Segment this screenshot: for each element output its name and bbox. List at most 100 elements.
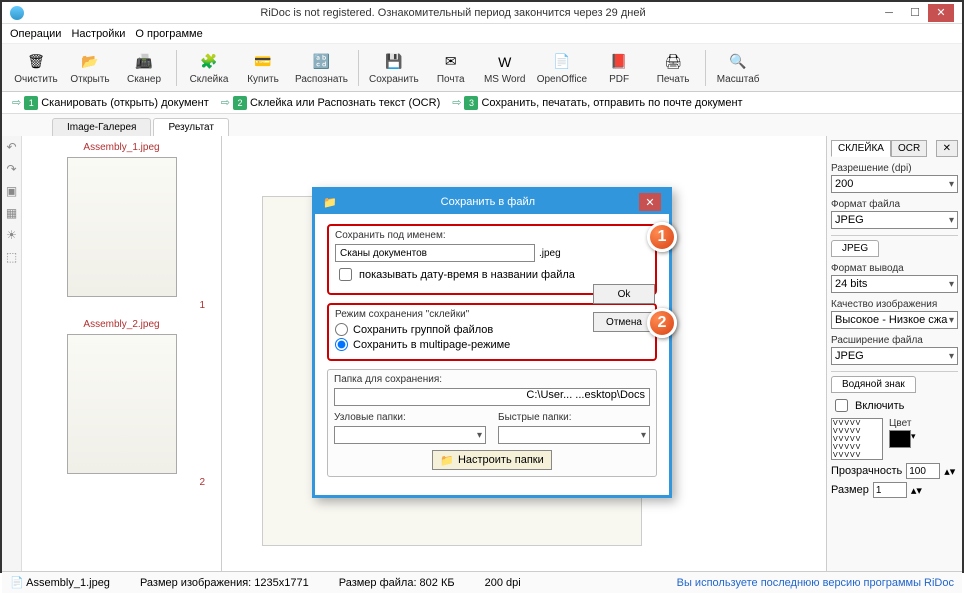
toolbar-сохранить[interactable]: 💾Сохранить xyxy=(365,46,423,90)
quick-folders-label: Быстрые папки: xyxy=(498,412,650,423)
toolbar-купить[interactable]: 💳Купить xyxy=(237,46,289,90)
status-version-link[interactable]: Вы используете последнюю версию программ… xyxy=(677,577,954,589)
mode-group-radio[interactable] xyxy=(335,323,348,336)
toolbar-icon: ✉ xyxy=(440,51,462,73)
color-picker[interactable] xyxy=(889,430,911,448)
toolbar-ms word[interactable]: WMS Word xyxy=(479,46,531,90)
configure-folders-button[interactable]: 📁Настроить папки xyxy=(432,450,552,470)
toolbar-icon: 🔡 xyxy=(311,51,333,73)
minimize-button[interactable]: ─ xyxy=(876,4,902,22)
crop-icon[interactable]: ⬚ xyxy=(6,250,17,264)
callout-1: 1 xyxy=(647,222,677,252)
opacity-label: Прозрачность xyxy=(831,465,902,477)
close-button[interactable]: ✕ xyxy=(928,4,954,22)
toolbar-openoffice[interactable]: 📄OpenOffice xyxy=(533,46,591,90)
thumb-1-image[interactable] xyxy=(67,157,177,297)
hint-3: Сохранить, печатать, отправить по почте … xyxy=(481,97,742,109)
toolbar-label: Масштаб xyxy=(717,74,760,85)
thumb-2-name: Assembly_2.jpeg xyxy=(28,319,215,330)
toolbar-icon: 🧩 xyxy=(198,51,220,73)
rotate-left-icon[interactable]: ↶ xyxy=(6,140,16,154)
tab-ocr[interactable]: OCR xyxy=(891,140,927,157)
quality-label: Качество изображения xyxy=(831,299,958,310)
hint-bar: ⇨1Сканировать (открыть) документ ⇨2Склей… xyxy=(2,92,962,114)
resolution-label: Разрешение (dpi) xyxy=(831,163,958,174)
node-folders-combo[interactable] xyxy=(334,426,486,444)
show-date-checkbox[interactable] xyxy=(339,268,352,281)
size-input[interactable] xyxy=(873,482,907,498)
toolbar-масштаб[interactable]: 🔍Масштаб xyxy=(712,46,764,90)
toolbar: 🗑Очистить📂Открыть📠Сканер🧩Склейка💳Купить🔡… xyxy=(2,44,962,92)
resolution-combo[interactable]: 200 xyxy=(831,175,958,193)
jpeg-subtab[interactable]: JPEG xyxy=(831,240,879,257)
tab-result[interactable]: Результат xyxy=(153,118,228,136)
toolbar-почта[interactable]: ✉Почта xyxy=(425,46,477,90)
menu-about[interactable]: О программе xyxy=(135,28,202,40)
status-filesize: Размер файла: 802 КБ xyxy=(339,577,455,589)
color-label: Цвет xyxy=(889,418,916,429)
cancel-button[interactable]: Отмена xyxy=(593,312,655,332)
toolbar-открыть[interactable]: 📂Открыть xyxy=(64,46,116,90)
ok-button[interactable]: Ok xyxy=(593,284,655,304)
extension-combo[interactable]: JPEG xyxy=(831,347,958,365)
menu-settings[interactable]: Настройки xyxy=(71,28,125,40)
watermark-enable-label: Включить xyxy=(855,400,904,412)
format-label: Формат файла xyxy=(831,199,958,210)
mode-group-label: Сохранить группой файлов xyxy=(353,324,493,336)
brightness-icon[interactable]: ☀ xyxy=(6,228,17,242)
toolbar-label: MS Word xyxy=(484,74,526,85)
quick-folders-combo[interactable] xyxy=(498,426,650,444)
hint-2: Склейка или Распознать текст (OCR) xyxy=(250,97,440,109)
folder-path-input[interactable]: C:\User... ...esktop\Docs xyxy=(334,388,650,406)
extension-label: Расширение файла xyxy=(831,335,958,346)
toolbar-icon: 🗑 xyxy=(25,51,47,73)
thumb-2-image[interactable] xyxy=(67,334,177,474)
close-panel-icon[interactable]: ✕ xyxy=(936,140,958,157)
dialog-close-button[interactable]: ✕ xyxy=(639,193,661,211)
watermark-subtab[interactable]: Водяной знак xyxy=(831,376,916,393)
tab-skleika[interactable]: СКЛЕЙКА xyxy=(831,140,891,157)
maximize-button[interactable]: ☐ xyxy=(902,4,928,22)
toolbar-label: Сканер xyxy=(127,74,161,85)
folder-icon: 📁 xyxy=(323,196,337,209)
toolbar-pdf[interactable]: 📕PDF xyxy=(593,46,645,90)
toolbar-icon: 📠 xyxy=(133,51,155,73)
hint-1: Сканировать (открыть) документ xyxy=(41,97,209,109)
toolbar-icon: 📄 xyxy=(551,51,573,73)
size-label: Размер xyxy=(831,484,869,496)
thumb-2-num: 2 xyxy=(28,477,215,488)
menu-operations[interactable]: Операции xyxy=(10,28,61,40)
pattern-preview[interactable]: VVVVV VVVVV VVVVV VVVVV VVVVV xyxy=(831,418,883,460)
grid-icon[interactable]: ▦ xyxy=(6,206,17,220)
toolbar-склейка[interactable]: 🧩Склейка xyxy=(183,46,235,90)
node-folders-label: Узловые папки: xyxy=(334,412,486,423)
toolbar-печать[interactable]: 🖨Печать xyxy=(647,46,699,90)
thumbnails-panel: Assembly_1.jpeg 1 Assembly_2.jpeg 2 xyxy=(22,136,222,571)
filename-input[interactable] xyxy=(335,244,535,262)
file-ext-label: .jpeg xyxy=(539,248,561,259)
toolbar-label: Распознать xyxy=(295,74,348,85)
toolbar-label: OpenOffice xyxy=(537,74,587,85)
toolbar-label: PDF xyxy=(609,74,629,85)
app-icon xyxy=(10,6,24,20)
toolbar-сканер[interactable]: 📠Сканер xyxy=(118,46,170,90)
show-date-label: показывать дату-время в названии файла xyxy=(359,269,575,281)
right-panel: СКЛЕЙКА OCR ✕ Разрешение (dpi)200 Формат… xyxy=(826,136,962,571)
rotate-right-icon[interactable]: ↷ xyxy=(6,162,16,176)
thumb-1-num: 1 xyxy=(28,300,215,311)
output-label: Формат вывода xyxy=(831,263,958,274)
output-combo[interactable]: 24 bits xyxy=(831,275,958,293)
format-combo[interactable]: JPEG xyxy=(831,211,958,229)
toolbar-очистить[interactable]: 🗑Очистить xyxy=(10,46,62,90)
opacity-input[interactable] xyxy=(906,463,940,479)
watermark-enable-checkbox[interactable] xyxy=(835,399,848,412)
toolbar-распознать[interactable]: 🔡Распознать xyxy=(291,46,352,90)
status-dimensions: Размер изображения: 1235x1771 xyxy=(140,577,309,589)
tab-gallery[interactable]: Image-Галерея xyxy=(52,118,151,136)
toolbar-icon: 🔍 xyxy=(727,51,749,73)
quality-combo[interactable]: Высокое - Низкое сжа xyxy=(831,311,958,329)
dialog-title: Сохранить в файл xyxy=(337,196,639,208)
mode-multipage-radio[interactable] xyxy=(335,338,348,351)
thumb-1-name: Assembly_1.jpeg xyxy=(28,142,215,153)
copy-icon[interactable]: ▣ xyxy=(6,184,17,198)
